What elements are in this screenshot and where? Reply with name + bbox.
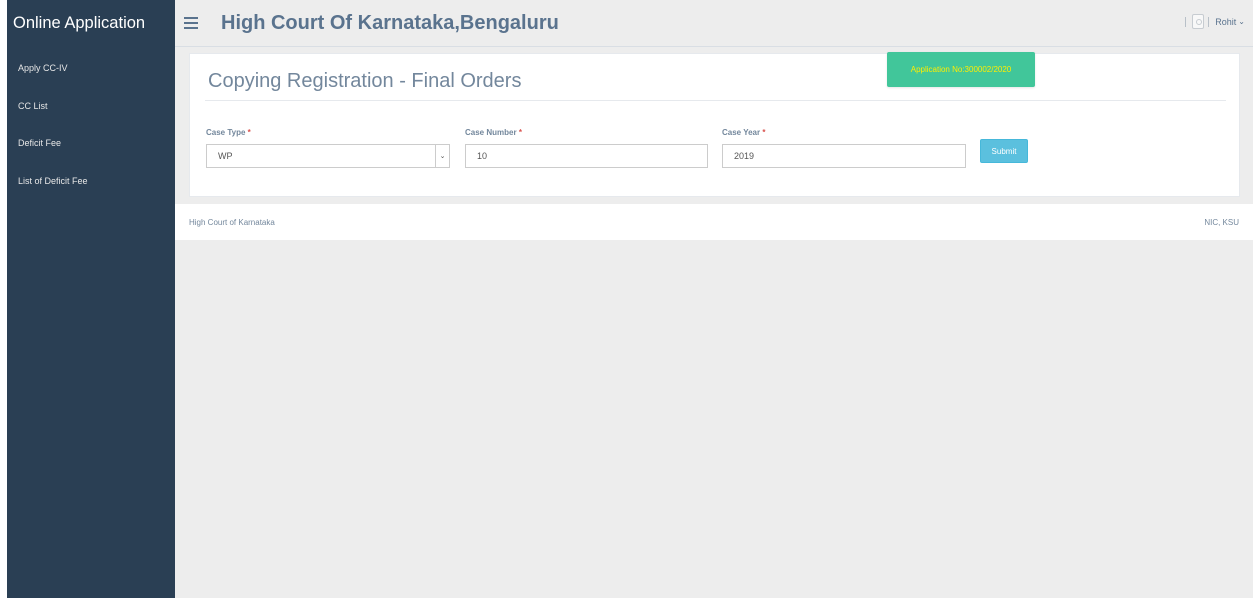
chevron-down-icon[interactable]: ⌄ bbox=[435, 145, 449, 167]
case-number-label: Case Number * bbox=[465, 128, 522, 137]
sidebar: Online Application Apply CC-IV CC List D… bbox=[7, 0, 175, 598]
sidebar-item-deficit-fee[interactable]: Deficit Fee bbox=[7, 131, 175, 169]
sidebar-item-apply-cc-iv[interactable]: Apply CC-IV bbox=[7, 56, 175, 94]
user-menu[interactable]: Rohit ⌄ bbox=[1185, 14, 1245, 29]
case-year-value: 2019 bbox=[734, 151, 755, 161]
sidebar-brand[interactable]: Online Application bbox=[7, 0, 175, 47]
submit-button[interactable]: Submit bbox=[980, 139, 1028, 163]
application-number-badge: Application No:300002/2020 bbox=[887, 52, 1035, 87]
footer-left-text: High Court of Karnataka bbox=[189, 218, 275, 227]
separator bbox=[1185, 16, 1187, 27]
separator bbox=[1208, 16, 1210, 27]
sidebar-item-cc-list[interactable]: CC List bbox=[7, 94, 175, 132]
case-number-value: 10 bbox=[477, 151, 488, 161]
chevron-down-icon: ⌄ bbox=[1238, 17, 1245, 26]
sidebar-item-list-of-deficit-fee[interactable]: List of Deficit Fee bbox=[7, 169, 175, 207]
case-year-input[interactable]: 2019 bbox=[722, 144, 966, 168]
hamburger-menu-icon[interactable] bbox=[184, 17, 198, 29]
page-title: Copying Registration - Final Orders bbox=[208, 70, 522, 92]
case-number-input[interactable]: 10 bbox=[465, 144, 708, 168]
divider bbox=[205, 100, 1226, 101]
case-year-label: Case Year * bbox=[722, 128, 766, 137]
main-area: High Court Of Karnataka,Bengaluru Rohit … bbox=[175, 0, 1253, 598]
case-type-value: WP bbox=[218, 151, 233, 161]
site-title: High Court Of Karnataka,Bengaluru bbox=[221, 11, 559, 34]
case-type-select[interactable]: WP ⌄ bbox=[206, 144, 450, 168]
user-avatar-icon bbox=[1192, 14, 1205, 29]
user-name: Rohit bbox=[1215, 16, 1237, 27]
top-navbar: High Court Of Karnataka,Bengaluru Rohit … bbox=[175, 0, 1253, 47]
sidebar-menu: Apply CC-IV CC List Deficit Fee List of … bbox=[7, 56, 175, 206]
footer-right-text: NIC, KSU bbox=[1204, 218, 1239, 227]
registration-panel: Copying Registration - Final Orders Appl… bbox=[189, 52, 1240, 197]
footer: High Court of Karnataka NIC, KSU bbox=[175, 204, 1253, 240]
case-type-label: Case Type * bbox=[206, 128, 251, 137]
